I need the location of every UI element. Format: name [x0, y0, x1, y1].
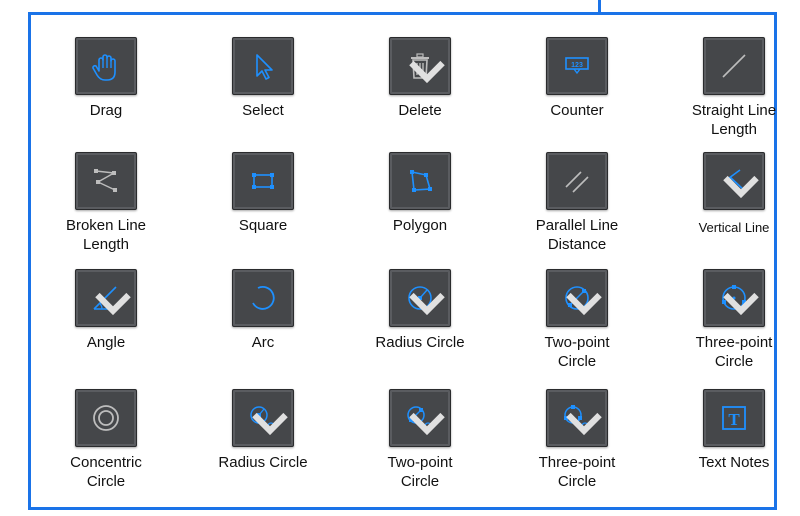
chevron-down-icon[interactable] — [407, 52, 447, 92]
tool-label: Three-point Circle — [538, 454, 616, 490]
tool-select[interactable]: Select — [188, 37, 338, 147]
svg-text:T: T — [728, 410, 740, 429]
drag-button[interactable] — [75, 37, 137, 95]
chevron-down-icon[interactable] — [564, 284, 604, 324]
chevron-down-icon[interactable] — [564, 404, 604, 444]
polygon-icon — [410, 170, 432, 192]
three-point-circle-button[interactable] — [703, 269, 765, 327]
chevron-down-icon[interactable] — [407, 284, 447, 324]
tool-label: Arc — [251, 334, 275, 351]
tool-label: Counter — [550, 102, 604, 119]
tool-straight-line-length[interactable]: Straight Line Length — [659, 37, 800, 147]
tool-label: Drag — [89, 102, 123, 119]
chevron-down-icon[interactable] — [250, 404, 290, 444]
select-button[interactable] — [232, 37, 294, 95]
tool-label: Polygon — [392, 217, 448, 234]
tool-delete[interactable]: Delete — [345, 37, 495, 147]
broken-line-icon — [94, 169, 117, 192]
tool-label: Straight Line Length — [691, 102, 777, 138]
tool-label: Concentric Circle — [70, 454, 142, 490]
two-point-circle-button[interactable] — [546, 269, 608, 327]
tool-label: Two-point Circle — [544, 334, 610, 370]
chevron-down-icon[interactable] — [721, 167, 761, 207]
chevron-down-icon[interactable] — [721, 284, 761, 324]
tool-label: Broken Line Length — [65, 217, 147, 253]
square-button[interactable] — [232, 152, 294, 210]
tool-label: Square — [238, 217, 288, 234]
chevron-down-icon[interactable] — [407, 404, 447, 444]
tool-label: Radius Circle — [218, 454, 308, 471]
tool-text-notes[interactable]: T Text Notes — [659, 389, 800, 499]
tool-counter[interactable]: 123 Counter — [502, 37, 652, 147]
tool-parallel-line-distance[interactable]: Parallel Line Distance — [502, 152, 652, 262]
connector-line — [598, 0, 601, 12]
arc-button[interactable] — [232, 269, 294, 327]
chevron-down-icon[interactable] — [93, 284, 133, 324]
counter-button[interactable]: 123 — [546, 37, 608, 95]
counter-icon: 123 — [565, 57, 589, 75]
vertical-line-button[interactable] — [703, 152, 765, 210]
tool-label: Vertical Line — [698, 220, 770, 235]
tool-label: Two-point Circle — [387, 454, 453, 490]
straight-line-length-button[interactable] — [703, 37, 765, 95]
tool-label: Parallel Line Distance — [535, 217, 619, 253]
tool-drag[interactable]: Drag — [31, 37, 181, 147]
tool-label: Angle — [86, 334, 126, 351]
parallel-lines-icon — [565, 171, 589, 193]
tool-three-point-circle[interactable]: Three-point Circle — [502, 389, 652, 499]
radius-circle-button[interactable] — [232, 389, 294, 447]
tool-label: Three-point Circle — [695, 334, 773, 370]
square-icon — [252, 173, 274, 189]
tool-label: Text Notes — [698, 454, 770, 471]
tool-radius-circle[interactable]: Radius Circle — [188, 389, 338, 499]
concentric-circle-icon — [93, 405, 119, 431]
polygon-button[interactable] — [389, 152, 451, 210]
tool-two-point-circle[interactable]: Two-point Circle — [502, 269, 652, 379]
tool-two-point-circle[interactable]: Two-point Circle — [345, 389, 495, 499]
measurement-tools-panel: Drag Select Delete 123 Counter Straight Line … — [28, 12, 777, 510]
tool-label: Radius Circle — [375, 334, 465, 351]
tool-polygon[interactable]: Polygon — [345, 152, 495, 262]
hand-icon — [92, 54, 116, 81]
tool-concentric-circle[interactable]: Concentric Circle — [31, 389, 181, 499]
angle-button[interactable] — [75, 269, 137, 327]
tool-arc[interactable]: Arc — [188, 269, 338, 379]
arc-icon — [252, 286, 275, 310]
tool-angle[interactable]: Angle — [31, 269, 181, 379]
parallel-line-distance-button[interactable] — [546, 152, 608, 210]
tool-square[interactable]: Square — [188, 152, 338, 262]
tool-three-point-circle[interactable]: Three-point Circle — [659, 269, 800, 379]
delete-button[interactable] — [389, 37, 451, 95]
two-point-circle-button[interactable] — [389, 389, 451, 447]
text-notes-icon: T — [722, 406, 746, 430]
tool-broken-line-length[interactable]: Broken Line Length — [31, 152, 181, 262]
svg-text:123: 123 — [571, 62, 583, 69]
tool-vertical-line[interactable]: Vertical Line — [659, 152, 800, 262]
tool-radius-circle[interactable]: Radius Circle — [345, 269, 495, 379]
tool-label: Delete — [398, 102, 442, 119]
concentric-circle-button[interactable] — [75, 389, 137, 447]
radius-circle-button[interactable] — [389, 269, 451, 327]
cursor-icon — [256, 54, 273, 80]
straight-line-icon — [722, 54, 746, 78]
text-notes-button[interactable]: T — [703, 389, 765, 447]
tool-label: Select — [242, 102, 284, 119]
three-point-circle-button[interactable] — [546, 389, 608, 447]
broken-line-length-button[interactable] — [75, 152, 137, 210]
